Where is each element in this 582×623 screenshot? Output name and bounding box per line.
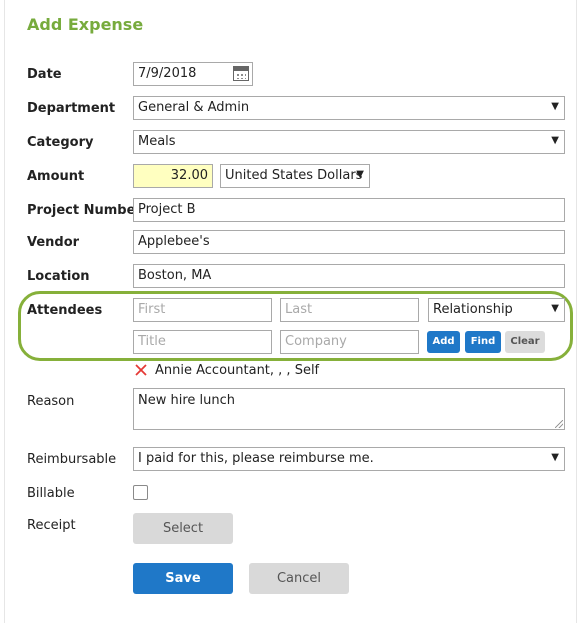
date-label: Date <box>27 67 62 82</box>
chevron-down-icon: ▼ <box>551 452 559 463</box>
expense-panel: Add Expense Date 7/9/2018 Department Gen… <box>4 0 577 623</box>
attendee-title-input[interactable]: Title <box>133 330 272 354</box>
select-receipt-button[interactable]: Select <box>133 513 233 544</box>
project-number-label: Project Number <box>27 203 142 218</box>
category-select[interactable]: Meals ▼ <box>133 130 565 154</box>
resize-handle-icon[interactable] <box>555 420 563 428</box>
vendor-label: Vendor <box>27 235 80 250</box>
first-placeholder: First <box>138 302 166 317</box>
relationship-value: Relationship <box>433 302 513 317</box>
save-button[interactable]: Save <box>133 563 233 594</box>
attendee-last-input[interactable]: Last <box>280 298 419 322</box>
reimbursable-label: Reimbursable <box>27 452 117 467</box>
department-select[interactable]: General & Admin ▼ <box>133 96 565 120</box>
reimbursable-value: I paid for this, please reimburse me. <box>138 451 374 466</box>
find-attendee-button[interactable]: Find <box>465 331 501 353</box>
remove-attendee-icon[interactable] <box>134 363 148 377</box>
project-number-input[interactable]: Project B <box>133 198 565 222</box>
vendor-input[interactable]: Applebee's <box>133 230 565 254</box>
attendees-label: Attendees <box>27 303 103 318</box>
attendee-first-input[interactable]: First <box>133 298 272 322</box>
department-value: General & Admin <box>138 100 250 115</box>
page-title: Add Expense <box>27 15 144 34</box>
attendee-company-input[interactable]: Company <box>280 330 419 354</box>
relationship-select[interactable]: Relationship ▼ <box>428 298 565 322</box>
chevron-down-icon: ▼ <box>551 135 559 146</box>
attendee-list-item: Annie Accountant, , , Self <box>155 363 320 378</box>
location-value: Boston, MA <box>138 268 212 283</box>
calendar-icon[interactable] <box>233 66 249 81</box>
chevron-down-icon: ▼ <box>356 169 364 180</box>
reason-label: Reason <box>27 394 75 409</box>
location-label: Location <box>27 269 90 284</box>
location-input[interactable]: Boston, MA <box>133 264 565 288</box>
chevron-down-icon: ▼ <box>551 101 559 112</box>
receipt-label: Receipt <box>27 518 76 533</box>
currency-value: United States Dollars <box>225 168 363 183</box>
billable-checkbox[interactable] <box>133 485 148 500</box>
amount-label: Amount <box>27 169 85 184</box>
title-placeholder: Title <box>138 334 166 349</box>
cancel-button[interactable]: Cancel <box>249 563 349 594</box>
category-label: Category <box>27 135 94 150</box>
billable-label: Billable <box>27 486 75 501</box>
add-attendee-button[interactable]: Add <box>427 331 460 353</box>
date-field[interactable]: 7/9/2018 <box>133 62 253 86</box>
reimbursable-select[interactable]: I paid for this, please reimburse me. ▼ <box>133 447 565 471</box>
chevron-down-icon: ▼ <box>551 303 559 314</box>
amount-value: 32.00 <box>170 168 208 183</box>
vendor-value: Applebee's <box>138 234 210 249</box>
reason-value: New hire lunch <box>138 393 236 408</box>
amount-input[interactable]: 32.00 <box>133 164 213 188</box>
last-placeholder: Last <box>285 302 313 317</box>
reason-textarea[interactable]: New hire lunch <box>133 388 565 430</box>
clear-attendee-button[interactable]: Clear <box>505 331 545 353</box>
department-label: Department <box>27 101 116 116</box>
date-value: 7/9/2018 <box>138 66 197 81</box>
company-placeholder: Company <box>285 334 347 349</box>
currency-select[interactable]: United States Dollars ▼ <box>220 164 370 188</box>
project-number-value: Project B <box>138 202 196 217</box>
category-value: Meals <box>138 134 176 149</box>
